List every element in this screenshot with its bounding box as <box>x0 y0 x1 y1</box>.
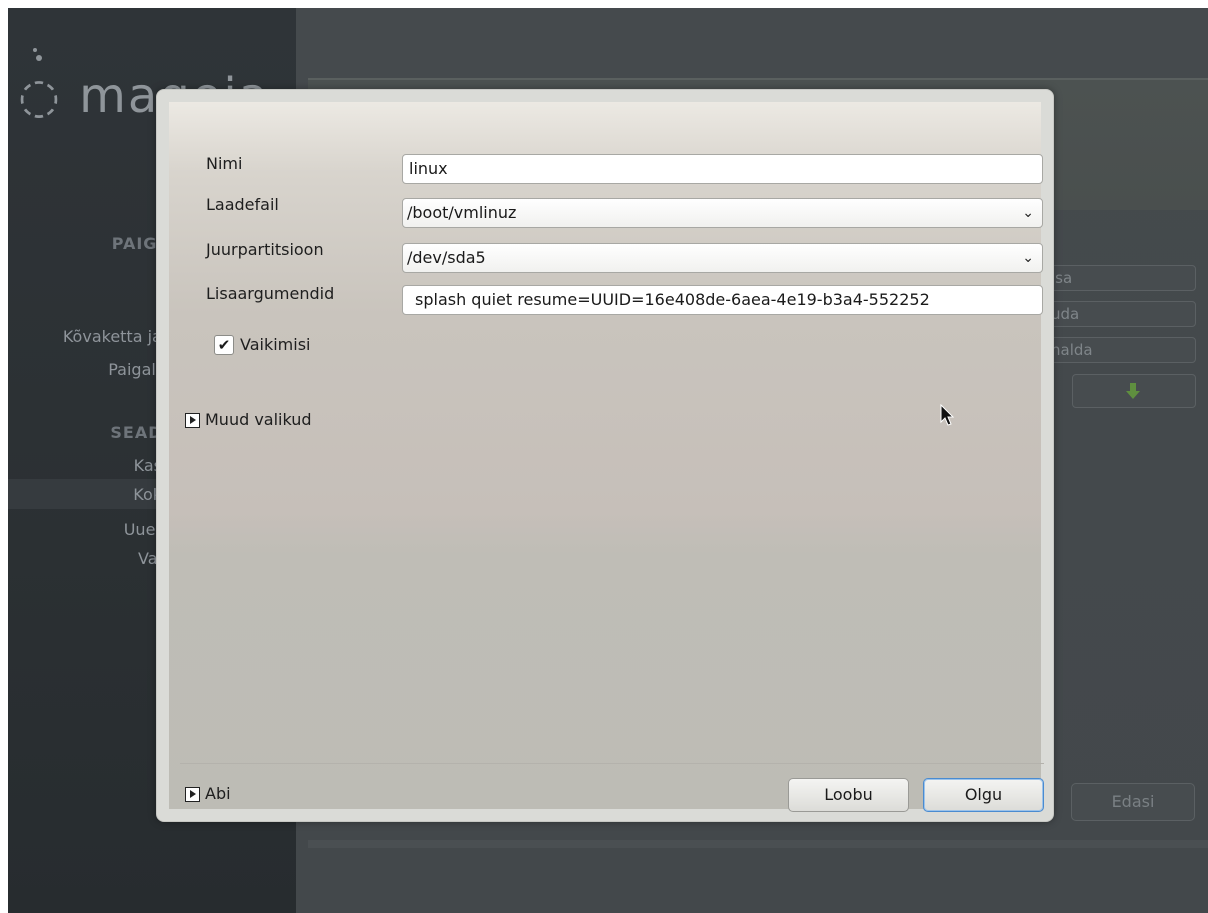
bg-button-uda: uda <box>1048 301 1196 327</box>
bg-button-halda: halda <box>1048 337 1196 363</box>
image-value: /boot/vmlinuz <box>407 203 517 222</box>
next-button: Edasi <box>1071 783 1195 821</box>
default-checkbox-label[interactable]: Vaikimisi <box>240 335 310 354</box>
expand-arrow-icon[interactable] <box>185 413 200 428</box>
image-combo[interactable]: /boot/vmlinuz ⌄ <box>402 198 1043 228</box>
cancel-button[interactable]: Loobu <box>788 778 909 812</box>
name-input[interactable]: linux <box>402 154 1043 184</box>
append-input[interactable]: splash quiet resume=UUID=16e408de-6aea-4… <box>402 285 1043 315</box>
chevron-down-icon: ⌄ <box>1022 250 1034 266</box>
ok-button[interactable]: Olgu <box>923 778 1044 812</box>
root-partition-combo[interactable]: /dev/sda5 ⌄ <box>402 243 1043 273</box>
arrow-down-icon <box>1126 383 1140 399</box>
chevron-down-icon: ⌄ <box>1022 205 1034 221</box>
more-options-expander[interactable]: Muud valikud <box>205 410 312 429</box>
default-checkbox[interactable]: ✔ <box>214 335 234 355</box>
help-arrow-icon[interactable] <box>185 787 200 802</box>
bg-button-move-down <box>1072 374 1196 408</box>
bg-button-isa: isa <box>1048 265 1196 291</box>
name-label: Nimi <box>206 154 243 173</box>
root-partition-value: /dev/sda5 <box>407 248 486 267</box>
root-partition-label: Juurpartitsioon <box>206 240 324 259</box>
mouse-cursor-icon <box>940 404 955 426</box>
append-label: Lisaargumendid <box>206 284 335 303</box>
bottom-strip <box>308 840 1208 848</box>
image-label: Laadefail <box>206 195 279 214</box>
help-expander[interactable]: Abi <box>205 784 231 803</box>
dialog-separator <box>180 763 1044 764</box>
